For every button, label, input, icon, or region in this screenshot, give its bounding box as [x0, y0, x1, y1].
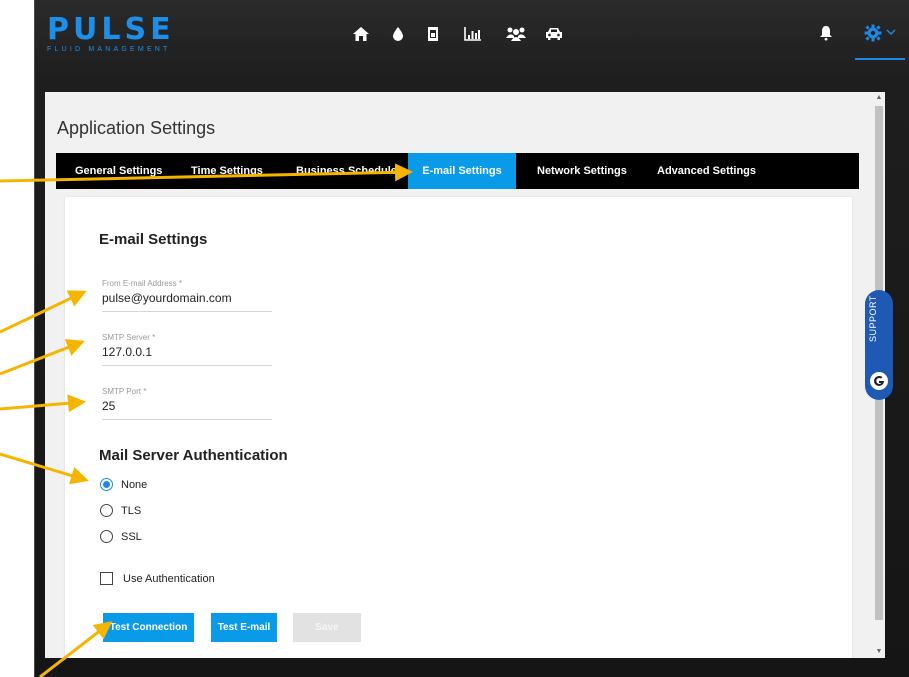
use-authentication-label: Use Authentication [123, 572, 215, 585]
radio-button[interactable] [100, 504, 113, 517]
smtp-server-label: SMTP Server * [102, 333, 156, 342]
radio-tls[interactable]: TLS [100, 504, 141, 517]
email-settings-card: E-mail Settings From E-mail Address * pu… [65, 197, 852, 658]
users-icon[interactable] [505, 24, 527, 44]
tab-business-schedule[interactable]: Business Schedule [296, 153, 397, 189]
top-navigation-bar: PULSE FLUID MANAGEMENT [35, 0, 909, 66]
radio-ssl[interactable]: SSL [100, 530, 142, 543]
radio-button[interactable] [100, 530, 113, 543]
tab-email-settings[interactable]: E-mail Settings [408, 153, 516, 189]
checkbox[interactable] [100, 572, 113, 585]
settings-tab-bar: General Settings Time Settings Business … [56, 153, 859, 189]
email-section-title: E-mail Settings [99, 231, 208, 248]
car-icon[interactable] [543, 24, 565, 44]
tab-general-settings[interactable]: General Settings [75, 153, 162, 189]
from-email-field[interactable]: From E-mail Address * pulse@yourdomain.c… [102, 279, 272, 312]
smtp-port-label: SMTP Port * [102, 387, 147, 396]
home-icon[interactable] [350, 24, 372, 44]
test-email-button[interactable]: Test E-mail [211, 613, 277, 642]
gear-icon [864, 24, 882, 47]
bar-chart-icon[interactable] [462, 24, 484, 44]
smtp-port-input[interactable]: 25 [102, 399, 272, 420]
tank-meter-icon[interactable] [422, 24, 444, 44]
fluid-drop-icon[interactable] [387, 24, 409, 44]
support-label: SUPPORT [868, 295, 878, 342]
brand-tagline: FLUID MANAGEMENT [47, 46, 171, 53]
test-connection-button[interactable]: Test Connection [103, 613, 194, 642]
use-authentication-checkbox[interactable]: Use Authentication [100, 572, 215, 585]
graco-logo-icon [870, 372, 888, 390]
smtp-server-field[interactable]: SMTP Server * 127.0.0.1 [102, 333, 272, 366]
settings-content: Application Settings General Settings Ti… [45, 92, 885, 658]
radio-tls-label: TLS [121, 504, 142, 517]
support-tab[interactable]: SUPPORT [865, 290, 893, 400]
tab-time-settings[interactable]: Time Settings [191, 153, 263, 189]
save-button[interactable]: Save [293, 613, 361, 642]
brand-name: PULSE [47, 12, 175, 47]
bell-icon[interactable] [819, 25, 833, 46]
smtp-server-input[interactable]: 127.0.0.1 [102, 345, 272, 366]
from-email-input[interactable]: pulse@yourdomain.com [102, 291, 272, 312]
scroll-up-arrow-icon[interactable]: ▲ [875, 94, 883, 102]
tab-advanced-settings[interactable]: Advanced Settings [657, 153, 756, 189]
radio-button-checked[interactable] [100, 478, 113, 491]
auth-section-title: Mail Server Authentication [99, 447, 288, 464]
radio-none[interactable]: None [100, 478, 147, 491]
chevron-down-icon [886, 24, 896, 42]
tab-network-settings[interactable]: Network Settings [537, 153, 627, 189]
scroll-down-arrow-icon[interactable]: ▼ [875, 648, 883, 656]
app-window: PULSE FLUID MANAGEMENT Application Setti… [34, 0, 909, 677]
radio-none-label: None [121, 478, 148, 491]
page-title: Application Settings [57, 118, 216, 138]
pulse-logo[interactable]: PULSE FLUID MANAGEMENT [47, 12, 175, 54]
settings-menu[interactable] [855, 16, 905, 60]
smtp-port-field[interactable]: SMTP Port * 25 [102, 387, 272, 420]
from-email-label: From E-mail Address * [102, 279, 183, 288]
radio-ssl-label: SSL [121, 530, 142, 543]
